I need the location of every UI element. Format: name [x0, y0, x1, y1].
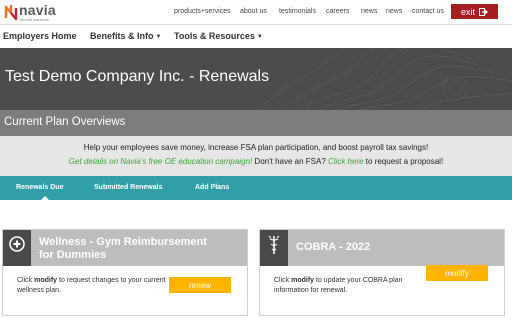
tab-add-plans[interactable]: Add Plans	[195, 184, 229, 191]
top-divider	[0, 24, 512, 25]
card-description: Click modify to request changes to your …	[17, 277, 166, 294]
caret-down-icon: ▼	[155, 34, 162, 40]
promo-end-text: to request a proposal!	[363, 157, 444, 166]
caret-down-icon: ▼	[256, 34, 263, 40]
plan-card-cobra: COBRA - 2022 Click modify to update your…	[259, 229, 505, 316]
renewal-tabs: Renewals Due Submitted Renewals Add Plan…	[0, 176, 512, 200]
oe-campaign-link[interactable]: Get details on Navia's free OE education…	[69, 157, 252, 166]
card-header: Wellness - Gym Reimbursement for Dummies	[3, 230, 247, 266]
promo-links-line: Get details on Navia's free OE education…	[0, 157, 512, 166]
tab-renewals-due[interactable]: Renewals Due	[16, 184, 63, 191]
tab-submitted-renewals[interactable]: Submitted Renewals	[94, 184, 162, 191]
topnav-products-services[interactable]: products+services	[174, 8, 231, 15]
exit-button[interactable]: exit	[451, 4, 498, 19]
renew-button[interactable]: renew	[169, 277, 231, 293]
topnav-about-us[interactable]: about us	[240, 8, 267, 15]
card-title: Wellness - Gym Reimbursement for Dummies	[39, 236, 207, 261]
mainnav-tools-resources[interactable]: Tools & Resources ▼	[174, 31, 263, 41]
topnav-news[interactable]: news	[361, 8, 377, 15]
card-header: COBRA - 2022	[260, 230, 504, 266]
topnav-testimonials[interactable]: testimonials	[279, 8, 316, 15]
section-header: Current Plan Overviews	[0, 110, 512, 136]
logo-tagline: benefit solutions	[20, 17, 49, 22]
mainnav-employers-home[interactable]: Employers Home	[3, 31, 77, 41]
click-here-link[interactable]: Click here	[328, 157, 364, 166]
mainnav-benefits-info[interactable]: Benefits & Info ▼	[90, 31, 161, 41]
top-bar: navia benefit solutions products+service…	[0, 0, 512, 24]
card-icon-box	[260, 230, 288, 266]
active-tab-indicator	[41, 196, 49, 200]
card-description: Click modify to update your COBRA plan i…	[274, 277, 403, 294]
exit-label: exit	[460, 6, 475, 17]
logo-wordmark: navia	[19, 2, 56, 18]
navia-logo[interactable]: navia benefit solutions	[4, 2, 64, 23]
caduceus-icon	[268, 235, 280, 254]
topnav-careers[interactable]: careers	[326, 8, 349, 15]
page-title: Test Demo Company Inc. - Renewals	[5, 68, 270, 85]
modify-button[interactable]: modify	[426, 265, 488, 281]
topnav-news-2[interactable]: news	[386, 8, 402, 15]
promo-text: Help your employees save money, increase…	[83, 143, 429, 152]
plus-circle-icon	[9, 236, 25, 252]
logout-icon	[479, 7, 488, 16]
plan-card-wellness: Wellness - Gym Reimbursement for Dummies …	[2, 229, 248, 316]
section-title: Current Plan Overviews	[4, 116, 126, 128]
topnav-contact-us[interactable]: contact us	[412, 8, 444, 15]
hero-banner: Test Demo Company Inc. - Renewals	[0, 48, 512, 110]
promo-mid-text: Don't have an FSA?	[252, 157, 328, 166]
promo-banner: Help your employees save money, increase…	[0, 136, 512, 176]
navia-logo-mark-icon	[4, 5, 18, 20]
card-icon-box	[3, 230, 31, 266]
card-title: COBRA - 2022	[296, 241, 371, 253]
